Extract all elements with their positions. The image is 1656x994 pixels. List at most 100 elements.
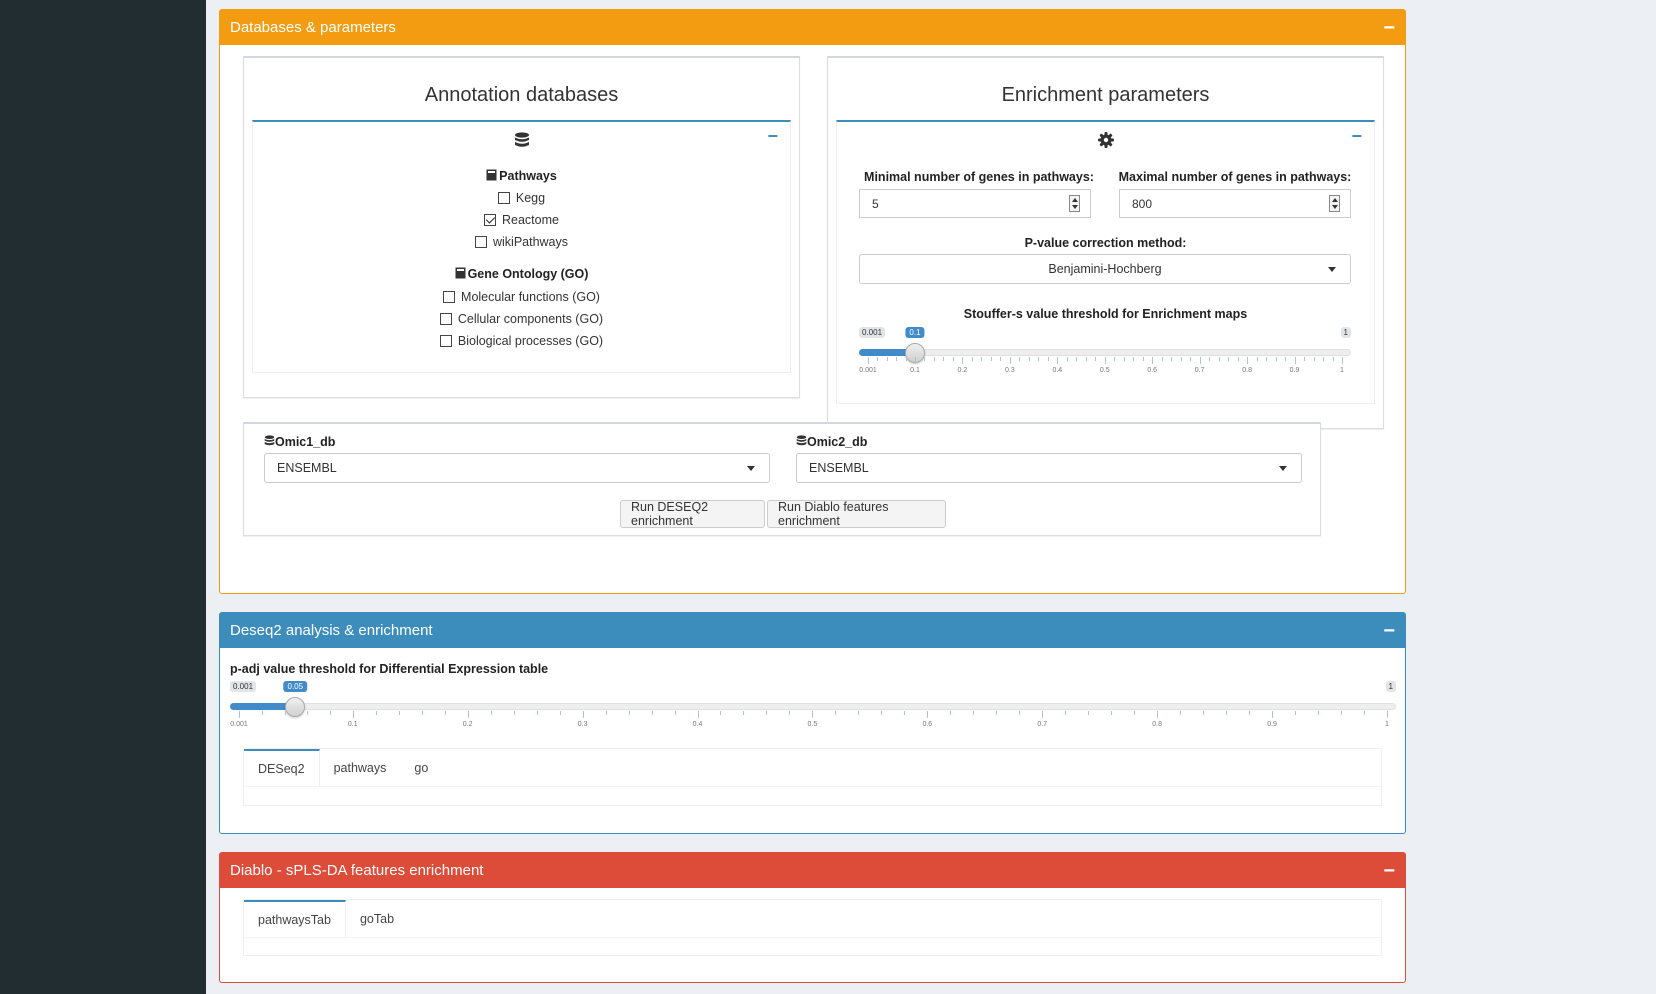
checkbox-kegg[interactable]: Kegg bbox=[253, 191, 790, 205]
slider-minor-tick bbox=[1066, 357, 1068, 361]
slider-track[interactable] bbox=[230, 703, 1396, 710]
slider-tick bbox=[1042, 711, 1044, 718]
collapse-button[interactable]: − bbox=[1383, 18, 1395, 38]
slider-minor-tick bbox=[674, 711, 676, 715]
checkbox-wikipathways[interactable]: wikiPathways bbox=[253, 235, 790, 249]
deseq2-tabs: DESeq2 pathways go bbox=[243, 748, 1382, 806]
slider-minor-tick bbox=[720, 711, 722, 715]
slider-minor-tick bbox=[398, 711, 400, 715]
slider-minor-tick bbox=[835, 711, 837, 715]
omic-db-panel: Omic1_db Omic2_db ENSEMBL ENSEMBL Run DE… bbox=[243, 422, 1321, 536]
slider-tick bbox=[1387, 711, 1388, 718]
slider-tick-label: 0.1 bbox=[347, 721, 358, 728]
slider-tick-label: 0.8 bbox=[1152, 721, 1163, 728]
slider-minor-tick bbox=[743, 711, 745, 715]
max-genes-input[interactable]: 800 bbox=[1119, 189, 1351, 218]
slider-minor-tick bbox=[628, 711, 630, 715]
enrichment-inner-box: − Minimal number of genes in pathways: M… bbox=[836, 120, 1375, 404]
databases-parameters-box: Databases & parameters − Annotation data… bbox=[219, 9, 1406, 594]
slider-minor-tick bbox=[1111, 711, 1113, 715]
slider-tick-label: 0.2 bbox=[462, 721, 473, 728]
slider-minor-tick bbox=[651, 711, 653, 715]
slider-minor-tick bbox=[444, 711, 446, 715]
slider-track[interactable] bbox=[859, 349, 1351, 356]
slider-minor-tick bbox=[1295, 711, 1297, 715]
slider-minor-tick bbox=[1313, 357, 1315, 361]
slider-tick bbox=[582, 711, 584, 718]
slider-minor-tick bbox=[513, 711, 515, 715]
slider-max-label: 1 bbox=[1385, 681, 1396, 692]
stouffer-slider[interactable]: 0.001 1 0.1 0.001 0.1 0.2 0.3 0.4 0.5 0.6 0.7 0.… bbox=[859, 327, 1351, 382]
slider-minor-tick bbox=[559, 711, 561, 715]
box-header: Diablo - sPLS-DA features enrichment − bbox=[220, 853, 1405, 888]
pvalue-method-select[interactable]: Benjamini-Hochberg bbox=[859, 254, 1351, 284]
slider-minor-tick bbox=[1019, 711, 1021, 715]
slider-minor-tick bbox=[904, 711, 906, 715]
min-genes-input[interactable]: 5 bbox=[859, 189, 1091, 218]
slider-tick bbox=[1104, 357, 1106, 364]
slider-minor-tick bbox=[421, 711, 423, 715]
checkbox-biological-processes[interactable]: Biological processes (GO) bbox=[253, 334, 790, 348]
slider-tick-label: 0.6 bbox=[1147, 367, 1158, 374]
slider-minor-tick bbox=[789, 711, 791, 715]
omic1-db-select[interactable]: ENSEMBL bbox=[264, 453, 770, 483]
collapse-button[interactable]: − bbox=[1383, 861, 1395, 881]
slider-minor-tick bbox=[1038, 357, 1040, 361]
slider-minor-tick bbox=[1266, 357, 1268, 361]
chevron-down-icon bbox=[1328, 267, 1336, 272]
slider-minor-tick bbox=[981, 357, 983, 361]
slider-minor-tick bbox=[261, 711, 263, 715]
collapse-button[interactable]: − bbox=[1383, 621, 1395, 641]
stepper-icon[interactable] bbox=[1329, 195, 1340, 212]
box-title: Databases & parameters bbox=[230, 19, 396, 36]
slider-minor-tick bbox=[886, 357, 888, 361]
slider-min-label: 0.001 bbox=[859, 327, 886, 338]
slider-tick-label: 0.4 bbox=[692, 721, 703, 728]
tab-row: DESeq2 pathways go bbox=[244, 749, 442, 787]
stepper-icon[interactable] bbox=[1069, 195, 1080, 212]
tab-deseq2[interactable]: DESeq2 bbox=[244, 749, 320, 787]
annotation-inner-box: − Pathways Kegg Reactome wikiPathways Ge… bbox=[252, 120, 791, 373]
tab-go[interactable]: go bbox=[400, 749, 442, 787]
collapse-button[interactable]: − bbox=[1351, 126, 1362, 147]
slider-minor-tick bbox=[307, 711, 309, 715]
slider-minor-tick bbox=[952, 357, 954, 361]
checkbox-reactome[interactable]: Reactome bbox=[253, 213, 790, 227]
database-icon bbox=[514, 132, 529, 147]
slider-tick bbox=[1152, 357, 1154, 364]
slider-minor-tick bbox=[1332, 357, 1334, 361]
slider-tick bbox=[1342, 357, 1343, 364]
slider-tick bbox=[812, 711, 814, 718]
tab-gotab[interactable]: goTab bbox=[346, 900, 408, 938]
slider-tick bbox=[1272, 711, 1274, 718]
main-content: Databases & parameters − Annotation data… bbox=[206, 0, 1656, 994]
slider-tick bbox=[697, 711, 699, 718]
slider-minor-tick bbox=[605, 711, 607, 715]
slider-minor-tick bbox=[1318, 711, 1320, 715]
slider-minor-tick bbox=[1209, 357, 1211, 361]
slider-tick bbox=[1009, 357, 1011, 364]
chevron-down-icon bbox=[1279, 466, 1287, 471]
slider-minor-tick bbox=[996, 711, 998, 715]
slider-tick-label: 0.7 bbox=[1194, 367, 1205, 374]
slider-minor-tick bbox=[1249, 711, 1251, 715]
run-diablo-enrichment-button[interactable]: Run Diablo features enrichment bbox=[767, 500, 946, 528]
slider-minor-tick bbox=[1190, 357, 1192, 361]
checkbox-molecular-functions[interactable]: Molecular functions (GO) bbox=[253, 290, 790, 304]
checkbox-cellular-components[interactable]: Cellular components (GO) bbox=[253, 312, 790, 326]
collapse-button[interactable]: − bbox=[767, 126, 778, 147]
slider-minor-tick bbox=[905, 357, 907, 361]
padj-slider[interactable]: 0.001 1 0.05 0.001 0.1 0.2 0.3 0.4 0.5 0.6 0.7 0… bbox=[230, 681, 1396, 736]
run-deseq2-enrichment-button[interactable]: Run DESEQ2 enrichment bbox=[620, 500, 765, 528]
stouffer-label: Stouffer-s value threshold for Enrichmen… bbox=[963, 307, 1248, 321]
slider-minor-tick bbox=[1364, 711, 1366, 715]
slider-minor-tick bbox=[1180, 357, 1182, 361]
slider-minor-tick bbox=[858, 711, 860, 715]
tab-pathways[interactable]: pathways bbox=[320, 749, 401, 787]
tab-pathwaystab[interactable]: pathwaysTab bbox=[244, 900, 346, 938]
omic2-db-select[interactable]: ENSEMBL bbox=[796, 453, 1302, 483]
max-genes-label: Maximal number of genes in pathways: bbox=[1118, 170, 1352, 184]
slider-tick-label: 0.9 bbox=[1267, 721, 1277, 728]
omic1-label: Omic1_db bbox=[264, 435, 335, 449]
slider-tick bbox=[1199, 357, 1201, 364]
